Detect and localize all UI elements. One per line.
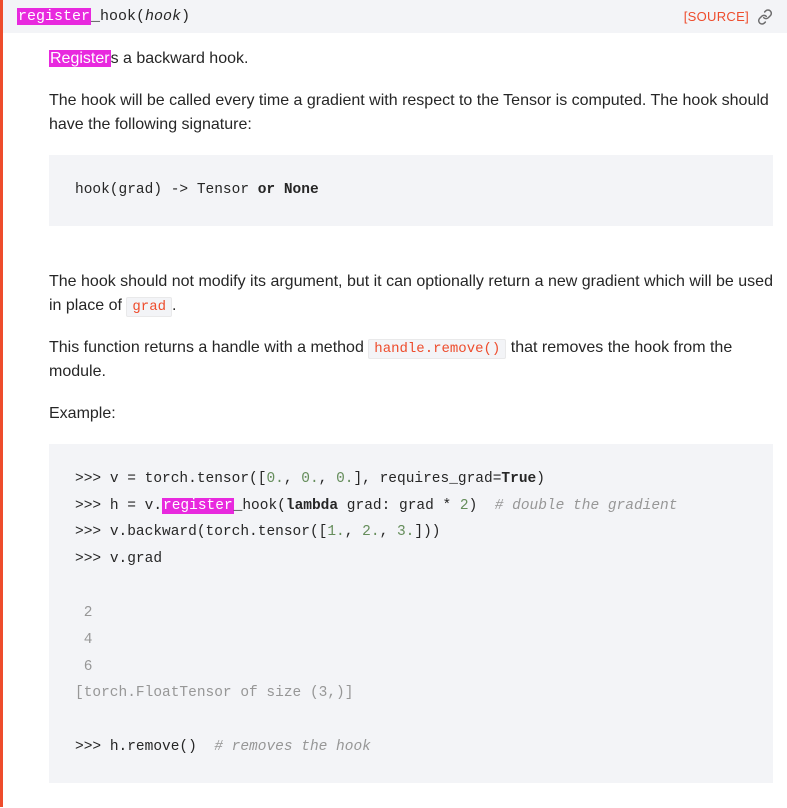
method-signature: register_hook(hook) xyxy=(17,8,190,25)
inline-code: grad xyxy=(126,297,172,317)
paragraph: This function returns a handle with a me… xyxy=(49,336,773,384)
signature-code-block: hook(grad) -> Tensor or None xyxy=(49,155,773,226)
paragraph: The hook will be called every time a gra… xyxy=(49,89,773,137)
highlight: register xyxy=(162,498,234,514)
inline-code: handle.remove() xyxy=(368,339,506,359)
example-code-block: >>> v = torch.tensor([0., 0., 0.], requi… xyxy=(49,444,773,783)
paragraph: The hook should not modify its argument,… xyxy=(49,270,773,318)
highlight: Register xyxy=(49,50,111,67)
permalink-icon[interactable] xyxy=(757,9,773,25)
summary-paragraph: Registers a backward hook. xyxy=(49,47,773,71)
method-description: Registers a backward hook. The hook will… xyxy=(3,33,787,807)
source-link[interactable]: [SOURCE] xyxy=(684,9,749,24)
example-label: Example: xyxy=(49,402,773,426)
highlight: register xyxy=(17,8,91,25)
method-definition: register_hook(hook) [SOURCE] Registers a… xyxy=(0,0,787,807)
header-actions: [SOURCE] xyxy=(684,9,773,25)
method-signature-header: register_hook(hook) [SOURCE] xyxy=(3,0,787,33)
